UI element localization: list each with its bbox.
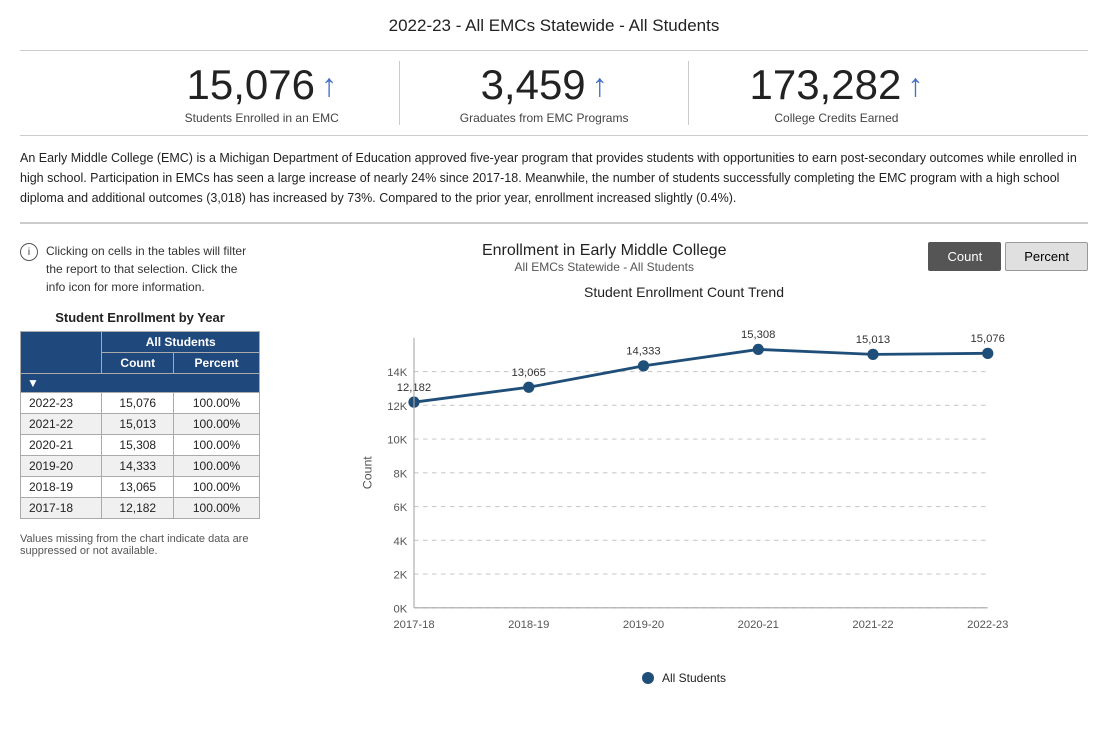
count-cell: 15,076	[102, 393, 174, 414]
table-row[interactable]: 2022-23 15,076 100.00%	[21, 393, 260, 414]
kpi-graduates: 3,459 ↑ Graduates from EMC Programs	[399, 61, 689, 125]
count-cell: 15,308	[102, 435, 174, 456]
svg-text:2022-23: 2022-23	[967, 619, 1008, 631]
count-cell: 12,182	[102, 498, 174, 519]
kpi-credits-label: College Credits Earned	[774, 111, 898, 125]
year-cell: 2019-20	[21, 456, 102, 477]
kpi-graduates-arrow: ↑	[592, 67, 608, 104]
count-cell: 14,333	[102, 456, 174, 477]
chart-buttons: Count Percent	[928, 242, 1088, 271]
kpi-enrolled-arrow: ↑	[321, 67, 337, 104]
percent-button[interactable]: Percent	[1005, 242, 1088, 271]
year-cell: 2021-22	[21, 414, 102, 435]
enrollment-table: All Students Count Percent ▼ 2022-23 15,…	[20, 331, 260, 519]
svg-text:2019-20: 2019-20	[623, 619, 664, 631]
table-row[interactable]: 2021-22 15,013 100.00%	[21, 414, 260, 435]
chart-wrap: 0K 2K 4K 6K 8K 10K 12K 14K Count 2017-18 2018-19 20…	[280, 304, 1088, 667]
chart-inner-title: Student Enrollment Count Trend	[280, 284, 1088, 300]
percent-cell: 100.00%	[174, 414, 260, 435]
table-title: Student Enrollment by Year	[20, 310, 260, 325]
chart-main-title: Enrollment in Early Middle College	[280, 242, 928, 260]
table-row[interactable]: 2019-20 14,333 100.00%	[21, 456, 260, 477]
info-icon: i	[20, 243, 38, 261]
svg-text:2021-22: 2021-22	[852, 619, 893, 631]
kpi-credits-value: 173,282 ↑	[749, 61, 923, 109]
filter-row: ▼	[21, 374, 260, 393]
svg-text:0K: 0K	[393, 603, 407, 615]
table-row[interactable]: 2018-19 13,065 100.00%	[21, 477, 260, 498]
year-cell: 2020-21	[21, 435, 102, 456]
chart-sub-title: All EMCs Statewide - All Students	[280, 260, 928, 274]
left-panel: i Clicking on cells in the tables will f…	[20, 242, 260, 685]
kpi-enrolled-value: 15,076 ↑	[186, 61, 336, 109]
svg-text:2020-21: 2020-21	[738, 619, 779, 631]
table-row[interactable]: 2020-21 15,308 100.00%	[21, 435, 260, 456]
svg-text:15,308: 15,308	[741, 329, 775, 341]
right-panel: Enrollment in Early Middle College All E…	[280, 242, 1088, 685]
page-title: 2022-23 - All EMCs Statewide - All Stude…	[20, 16, 1088, 36]
all-students-header: All Students	[102, 332, 260, 353]
svg-text:4K: 4K	[393, 536, 407, 548]
description-text: An Early Middle College (EMC) is a Michi…	[20, 148, 1088, 224]
year-cell: 2017-18	[21, 498, 102, 519]
svg-text:2K: 2K	[393, 570, 407, 582]
legend-label: All Students	[662, 671, 726, 685]
chart-note: Values missing from the chart indicate d…	[20, 533, 260, 557]
kpi-graduates-label: Graduates from EMC Programs	[460, 111, 629, 125]
kpi-credits: 173,282 ↑ College Credits Earned	[688, 61, 983, 125]
kpi-credits-arrow: ↑	[907, 67, 923, 104]
svg-text:2017-18: 2017-18	[393, 619, 434, 631]
lower-section: i Clicking on cells in the tables will f…	[20, 242, 1088, 685]
chart-titles: Enrollment in Early Middle College All E…	[280, 242, 928, 274]
percent-cell: 100.00%	[174, 435, 260, 456]
svg-text:Count: Count	[360, 456, 374, 490]
chart-header: Enrollment in Early Middle College All E…	[280, 242, 1088, 274]
year-cell: 2018-19	[21, 477, 102, 498]
svg-text:10K: 10K	[387, 435, 408, 447]
count-col-header: Count	[102, 353, 174, 374]
svg-text:15,013: 15,013	[856, 334, 890, 346]
percent-cell: 100.00%	[174, 393, 260, 414]
chart-legend: All Students	[280, 671, 1088, 685]
svg-text:12K: 12K	[387, 401, 408, 413]
svg-text:8K: 8K	[393, 468, 407, 480]
kpi-enrolled-label: Students Enrolled in an EMC	[185, 111, 339, 125]
svg-text:6K: 6K	[393, 502, 407, 514]
info-row: i Clicking on cells in the tables will f…	[20, 242, 260, 296]
year-col-header	[21, 332, 102, 374]
svg-text:2018-19: 2018-19	[508, 619, 549, 631]
count-cell: 13,065	[102, 477, 174, 498]
year-cell: 2022-23	[21, 393, 102, 414]
count-button[interactable]: Count	[928, 242, 1001, 271]
table-row[interactable]: 2017-18 12,182 100.00%	[21, 498, 260, 519]
kpi-graduates-value: 3,459 ↑	[481, 61, 608, 109]
count-cell: 15,013	[102, 414, 174, 435]
legend-dot	[642, 672, 654, 684]
percent-col-header: Percent	[174, 353, 260, 374]
percent-cell: 100.00%	[174, 477, 260, 498]
svg-text:13,065: 13,065	[512, 367, 546, 379]
svg-text:15,076: 15,076	[971, 333, 1005, 345]
info-text: Clicking on cells in the tables will fil…	[46, 242, 260, 296]
svg-text:14,333: 14,333	[626, 346, 660, 358]
kpi-row: 15,076 ↑ Students Enrolled in an EMC 3,4…	[20, 50, 1088, 136]
page-container: 2022-23 - All EMCs Statewide - All Stude…	[0, 0, 1108, 701]
kpi-enrolled: 15,076 ↑ Students Enrolled in an EMC	[125, 61, 399, 125]
line-chart-svg: 0K 2K 4K 6K 8K 10K 12K 14K Count 2017-18 2018-19 20…	[280, 304, 1088, 664]
percent-cell: 100.00%	[174, 456, 260, 477]
svg-text:14K: 14K	[387, 367, 408, 379]
percent-cell: 100.00%	[174, 498, 260, 519]
